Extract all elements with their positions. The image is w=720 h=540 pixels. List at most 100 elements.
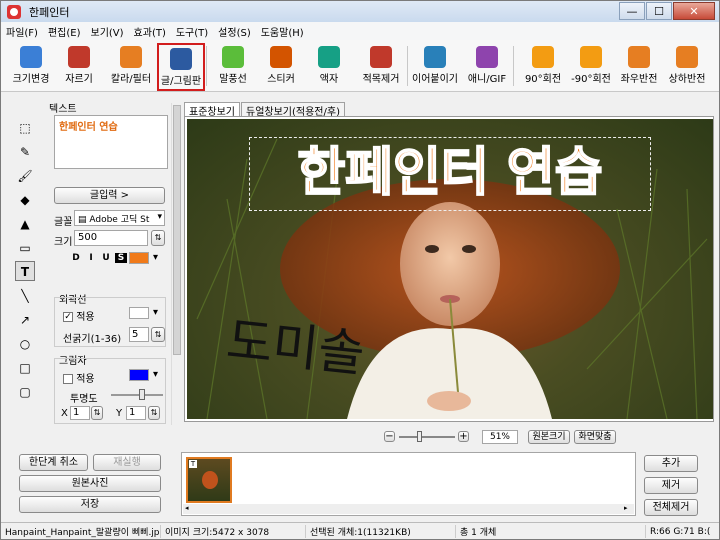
- outline-width-spinner-icon[interactable]: ⇅: [151, 327, 165, 342]
- brush-tool-icon[interactable]: 🖌: [15, 165, 35, 185]
- flip-vertical-icon: [676, 46, 698, 68]
- toolbar-button-rotate-ccw[interactable]: -90°회전: [567, 43, 615, 91]
- shadow-x-spinner-icon[interactable]: ⇅: [91, 406, 103, 420]
- shadow-apply-checkbox[interactable]: [63, 374, 73, 384]
- title-bar: 한페인터 — ☐ ✕: [1, 1, 719, 22]
- toolbar-button-flip-vertical[interactable]: 상하반전: [663, 43, 711, 91]
- opacity-slider-thumb[interactable]: [138, 389, 145, 400]
- menu-effects[interactable]: 효과(T): [129, 24, 171, 39]
- toolbar-button-crop[interactable]: 자르기: [55, 43, 103, 91]
- text-color-swatch[interactable]: [129, 252, 149, 264]
- fill-tool-icon[interactable]: ◆: [15, 189, 35, 209]
- text-content-box[interactable]: 한페인터 연습: [54, 115, 168, 169]
- text-tool-icon[interactable]: T: [15, 261, 35, 281]
- font-select[interactable]: ▤ Adobe 고딕 St ▾: [74, 210, 165, 226]
- shadow-y-input[interactable]: 1: [126, 406, 146, 420]
- zoom-in-button[interactable]: +: [458, 431, 469, 442]
- outline-apply-checkbox[interactable]: ✓: [63, 312, 73, 322]
- gif-icon: [476, 46, 498, 68]
- toolbar-button-red-eye[interactable]: 적목제거: [357, 43, 405, 91]
- shadow-color-dropdown-icon[interactable]: ▾: [153, 369, 158, 380]
- add-image-button[interactable]: 추가: [644, 455, 698, 472]
- shadow-x-input[interactable]: 1: [70, 406, 90, 420]
- scroll-right-icon[interactable]: ▸: [624, 505, 632, 512]
- toolbar-button-flip-horizontal[interactable]: 좌우반전: [615, 43, 663, 91]
- status-total: 총 1 개체: [456, 525, 646, 538]
- image-list-scrollbar[interactable]: ◂ ▸: [183, 504, 634, 514]
- arrow-tool-icon[interactable]: ↗: [15, 309, 35, 329]
- remove-all-images-button[interactable]: 전체제거: [644, 499, 698, 516]
- zoom-slider-thumb[interactable]: [416, 431, 422, 442]
- toolbar-separator: [513, 46, 514, 86]
- eraser-tool-icon[interactable]: ▭: [15, 237, 35, 257]
- menu-file[interactable]: 파일(F): [1, 24, 43, 39]
- zoom-out-button[interactable]: −: [384, 431, 395, 442]
- toolbar-button-color-filter[interactable]: 칼라/필터: [107, 43, 155, 91]
- menu-view[interactable]: 보기(V): [86, 24, 129, 39]
- shadow-color-swatch[interactable]: [129, 369, 149, 381]
- rounded-rect-tool-icon[interactable]: ▢: [15, 381, 35, 401]
- rectangle-tool-icon[interactable]: □: [15, 357, 35, 377]
- size-spinner-icon[interactable]: ⇅: [151, 230, 165, 246]
- original-photo-button[interactable]: 원본사진: [19, 475, 161, 492]
- toolbar-button-gif[interactable]: 애니/GIF: [463, 43, 511, 91]
- shadow-apply-label: 적용: [76, 374, 95, 385]
- text-color-dropdown-icon[interactable]: ▾: [153, 252, 158, 263]
- select-tool-icon[interactable]: ⬚: [15, 117, 35, 137]
- remove-image-button[interactable]: 제거: [644, 477, 698, 494]
- scroll-left-icon[interactable]: ◂: [185, 505, 193, 512]
- crop-icon: [68, 46, 90, 68]
- left-panel-scroll-thumb[interactable]: [173, 105, 181, 355]
- toolbar-button-text-drawing[interactable]: 글/그림판: [157, 43, 205, 91]
- merge-icon: [424, 46, 446, 68]
- outline-color-dropdown-icon[interactable]: ▾: [153, 307, 158, 318]
- spray-tool-icon[interactable]: ▲: [15, 213, 35, 233]
- shadow-y-spinner-icon[interactable]: ⇅: [148, 406, 160, 420]
- photo-canvas[interactable]: 한페인터 연습 도미솔: [187, 119, 713, 419]
- bold-button[interactable]: D: [70, 253, 82, 263]
- opacity-slider-track[interactable]: [111, 389, 163, 400]
- toolbar-button-speech-bubble[interactable]: 말풍선: [209, 43, 257, 91]
- strikethrough-button[interactable]: S: [115, 253, 127, 263]
- pen-tool-icon[interactable]: ✎: [15, 141, 35, 161]
- menu-tools[interactable]: 도구(T): [171, 24, 213, 39]
- toolbar-button-label: 좌우반전: [620, 74, 658, 85]
- toolbar-button-merge[interactable]: 이어붙이기: [411, 43, 459, 91]
- underline-button[interactable]: U: [100, 253, 112, 263]
- zoom-slider-track[interactable]: [399, 431, 455, 442]
- save-button[interactable]: 저장: [19, 496, 161, 513]
- size-input[interactable]: 500: [74, 230, 148, 246]
- fit-screen-button[interactable]: 화면맞춤: [574, 430, 616, 444]
- font-select-value: Adobe 고딕 St: [89, 215, 150, 225]
- toolbar-button-label: 칼라/필터: [110, 74, 152, 85]
- close-button[interactable]: ✕: [673, 2, 715, 20]
- image-thumbnail[interactable]: T: [186, 457, 232, 503]
- canvas-area[interactable]: 한페인터 연습 도미솔: [184, 116, 714, 422]
- outline-width-input[interactable]: 5: [129, 327, 149, 342]
- toolbar-button-resize[interactable]: 크기변경: [7, 43, 55, 91]
- menu-help[interactable]: 도움말(H): [256, 24, 309, 39]
- toolbar-button-rotate-cw[interactable]: 90°회전: [519, 43, 567, 91]
- redo-button[interactable]: 재실행: [93, 454, 161, 471]
- circle-tool-icon[interactable]: ○: [15, 333, 35, 353]
- canvas-overlay-text[interactable]: 한페인터 연습: [249, 137, 651, 211]
- toolbar-button-label: 액자: [319, 74, 339, 85]
- toolbar-separator: [407, 46, 408, 86]
- tab-dual-view[interactable]: 듀얼창보기(적용전/후): [241, 102, 345, 118]
- left-panel-scrollbar[interactable]: [171, 103, 181, 425]
- frame-icon: [318, 46, 340, 68]
- italic-button[interactable]: I: [85, 253, 97, 263]
- maximize-button[interactable]: ☐: [646, 2, 672, 20]
- minimize-button[interactable]: —: [619, 2, 645, 20]
- menu-settings[interactable]: 설정(S): [213, 24, 256, 39]
- outline-color-swatch[interactable]: [129, 307, 149, 319]
- undo-button[interactable]: 한단계 취소: [19, 454, 88, 471]
- status-filename: Hanpaint_Hanpaint_말괄량이 삐삐.jpg: [1, 525, 161, 538]
- text-input-button[interactable]: 글입력 >: [54, 187, 165, 204]
- toolbar-button-frame[interactable]: 액자: [305, 43, 353, 91]
- toolbar-button-sticker[interactable]: 스티커: [257, 43, 305, 91]
- line-tool-icon[interactable]: ╲: [15, 285, 35, 305]
- original-size-button[interactable]: 원본크기: [528, 430, 570, 444]
- tab-standard-view[interactable]: 표준창보기: [184, 102, 240, 118]
- menu-edit[interactable]: 편집(E): [43, 24, 86, 39]
